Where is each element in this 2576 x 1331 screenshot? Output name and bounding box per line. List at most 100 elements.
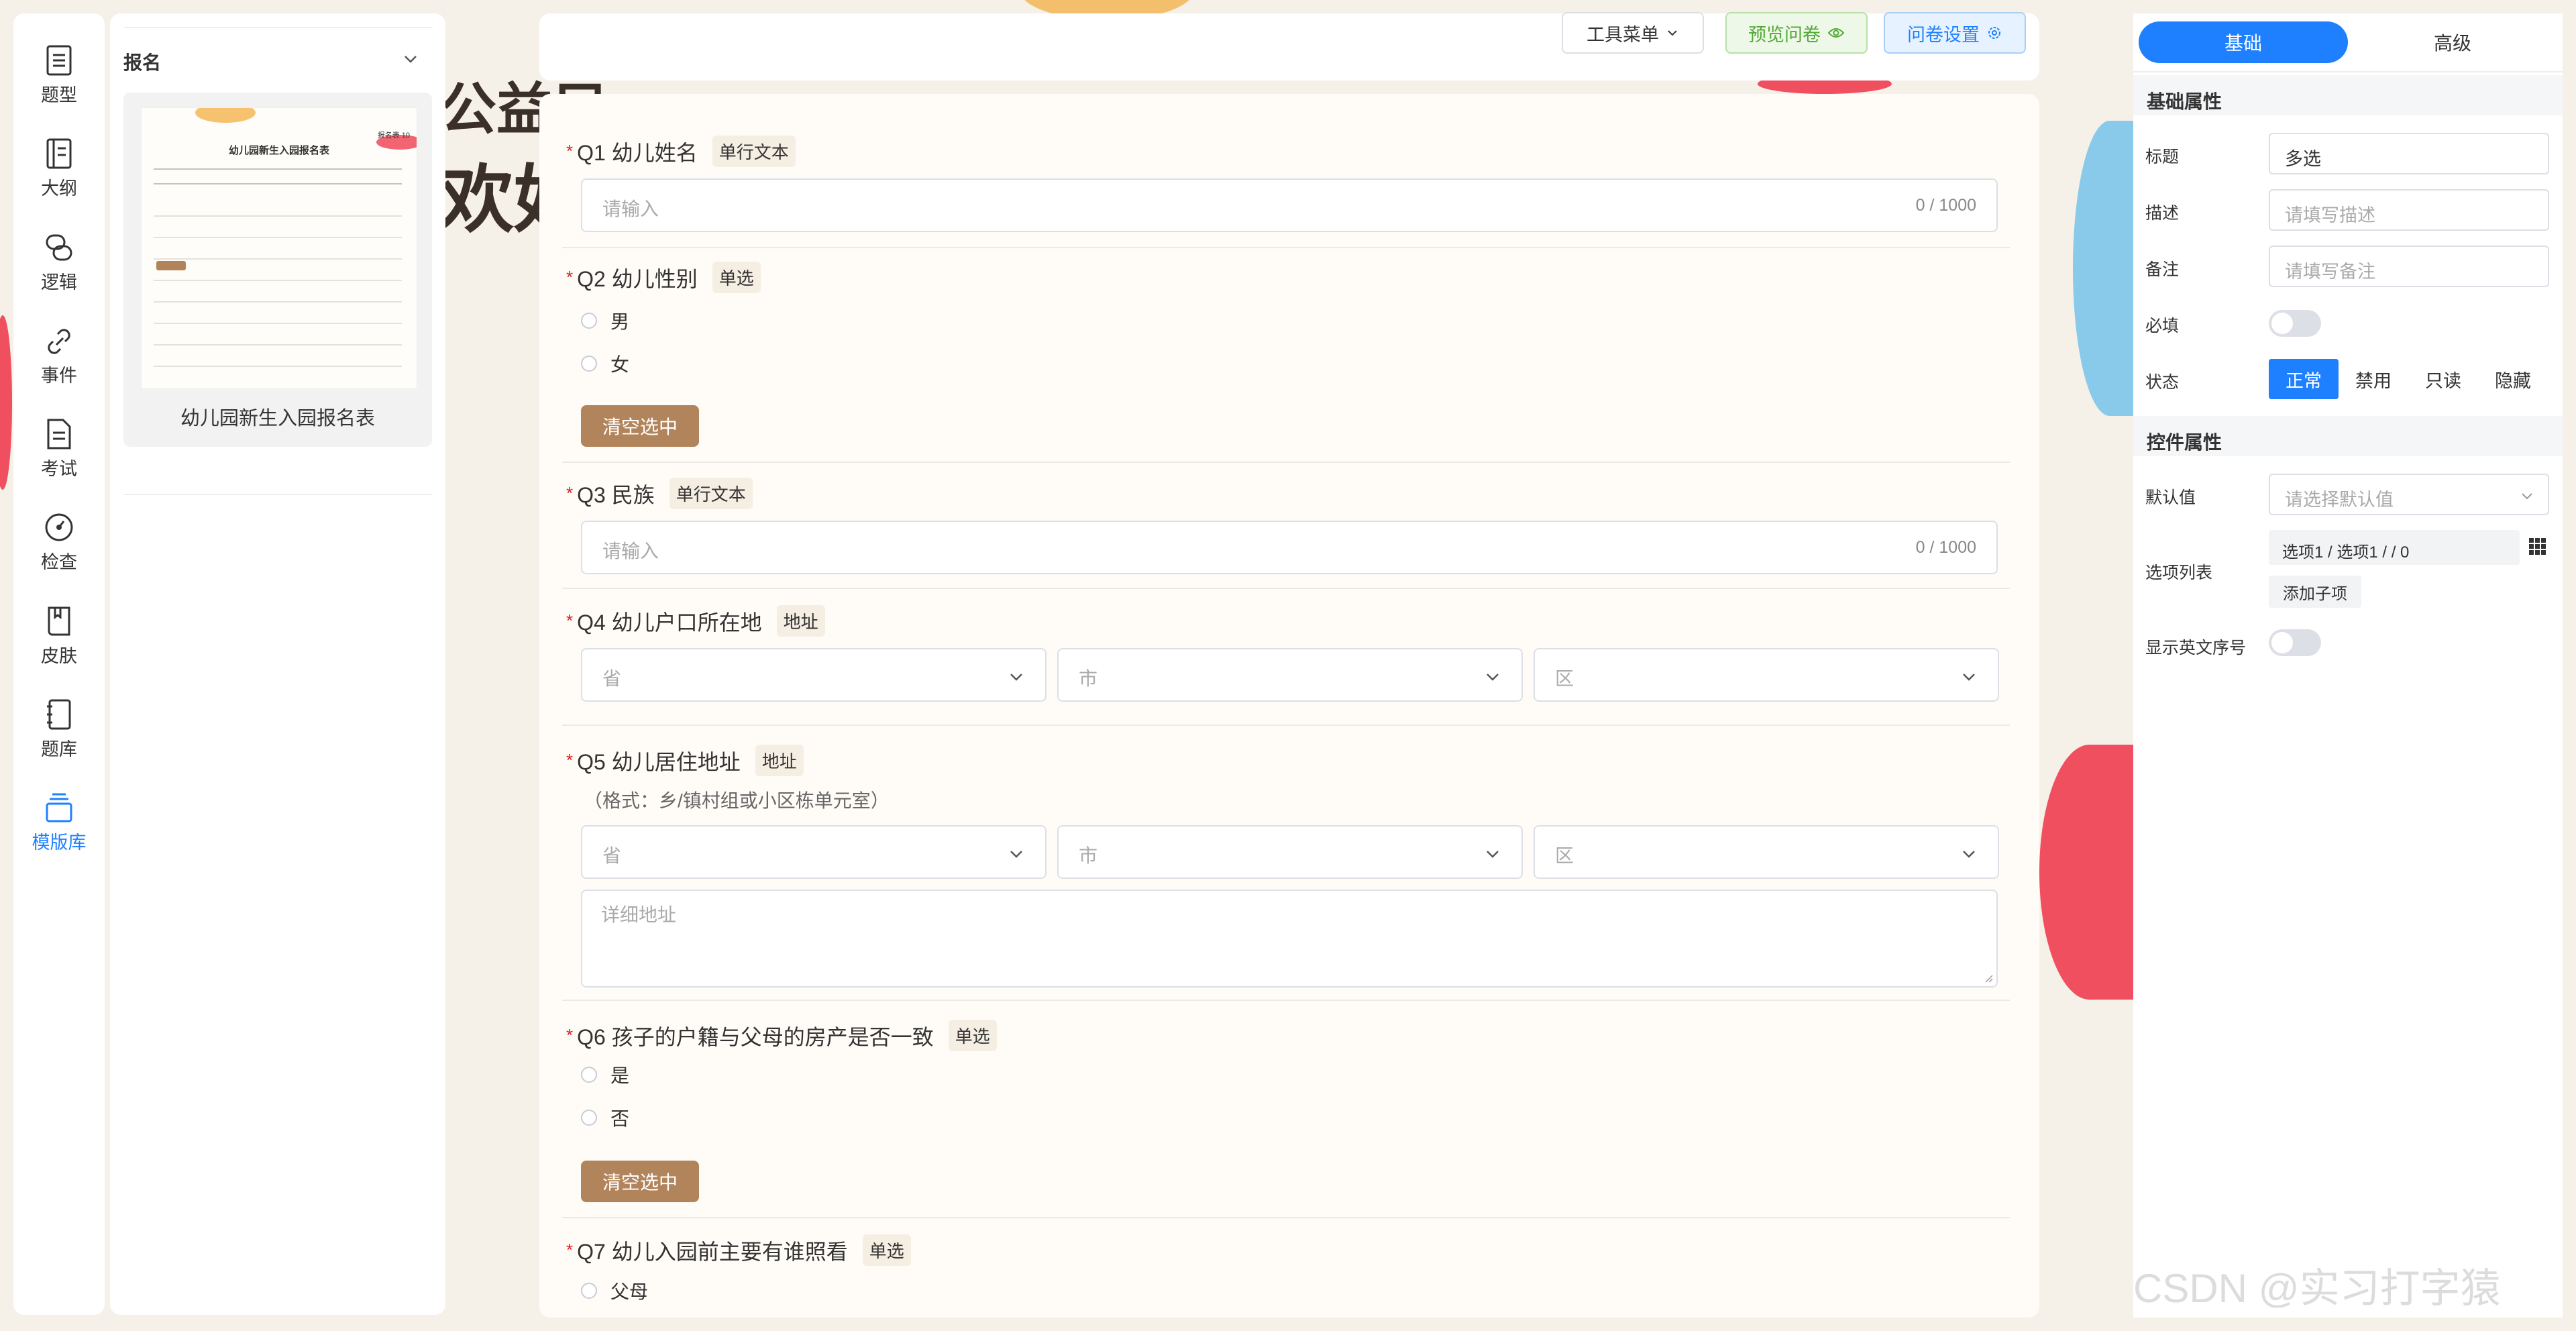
tab-advanced[interactable]: 高级: [2348, 21, 2557, 63]
survey-settings-button[interactable]: 问卷设置: [1884, 12, 2026, 54]
grid-icon[interactable]: [2528, 537, 2548, 557]
question-divider: [562, 725, 2010, 726]
survey-settings-label: 问卷设置: [1907, 24, 1980, 45]
select-placeholder: 区: [1555, 845, 1574, 866]
input-value: 多选: [2285, 149, 2321, 169]
radio-option[interactable]: 否: [581, 1104, 629, 1131]
outline-icon: [46, 138, 72, 169]
required-toggle[interactable]: [2269, 310, 2321, 337]
radio-option[interactable]: 男: [581, 307, 629, 334]
question-title-q2[interactable]: * Q2 幼儿性别 单选: [566, 262, 761, 293]
rail-label: 考试: [41, 459, 77, 479]
city-select[interactable]: 市: [1057, 648, 1523, 702]
required-icon: *: [566, 267, 574, 287]
rail-item-exam[interactable]: 考试: [13, 418, 105, 498]
option-label: 是: [610, 1065, 630, 1086]
q3-text-input[interactable]: 请输入 0 / 1000: [581, 521, 1998, 574]
question-title-q4[interactable]: * Q4 幼儿户口所在地 地址: [566, 605, 825, 637]
rail-item-logic[interactable]: 逻辑: [13, 231, 105, 312]
rail-item-question-bank[interactable]: 题库: [13, 698, 105, 779]
preview-label: 预览问卷: [1748, 24, 1821, 45]
check-icon: [45, 513, 73, 541]
rail-item-event[interactable]: 事件: [13, 325, 105, 405]
question-hint: （格式：乡/镇村组或小区栋单元室）: [584, 790, 890, 811]
rail-label: 题库: [41, 739, 77, 759]
thumb-flower: [195, 108, 256, 123]
clear-selection-button[interactable]: 清空选中: [581, 405, 699, 447]
question-title-q3[interactable]: * Q3 民族 单行文本: [566, 478, 753, 509]
district-select[interactable]: 区: [1534, 825, 1999, 879]
option-label: 男: [610, 311, 630, 332]
thumb-intro-lines: [154, 168, 402, 184]
english-index-toggle[interactable]: [2269, 629, 2321, 656]
tab-basic[interactable]: 基础: [2139, 21, 2348, 63]
detail-address-textarea[interactable]: 详细地址: [581, 890, 1998, 988]
q1-text-input[interactable]: 请输入 0 / 1000: [581, 178, 1998, 232]
option-label: 否: [610, 1108, 630, 1129]
status-option-readonly[interactable]: 只读: [2408, 359, 2478, 399]
clear-selection-button[interactable]: 清空选中: [581, 1161, 699, 1202]
question-label: Q5 幼儿居住地址: [577, 749, 741, 774]
skin-icon: [48, 606, 70, 636]
city-select[interactable]: 市: [1057, 825, 1523, 879]
resize-handle-icon[interactable]: [1983, 973, 1994, 983]
note-input[interactable]: 请填写备注: [2269, 246, 2549, 287]
description-input[interactable]: 请填写描述: [2269, 189, 2549, 231]
question-type-tag: 地址: [755, 745, 804, 776]
question-title-q7[interactable]: * Q7 幼儿入园前主要有谁照看 单选: [566, 1234, 911, 1266]
english-index-label: 显示英文序号: [2145, 639, 2247, 657]
district-select[interactable]: 区: [1534, 648, 1999, 702]
rail-item-template-library[interactable]: 模版库: [13, 792, 105, 872]
options-list-item[interactable]: 选项1 / 选项1 / / 0: [2269, 530, 2520, 565]
rail-item-question-type[interactable]: 题型: [13, 44, 105, 125]
chevron-down-icon: [1963, 674, 1975, 681]
province-select[interactable]: 省: [581, 825, 1046, 879]
status-option-disabled[interactable]: 禁用: [2339, 359, 2408, 399]
tools-menu-button[interactable]: 工具菜单: [1562, 12, 1704, 54]
question-title-q1[interactable]: * Q1 幼儿姓名 单行文本: [566, 136, 796, 167]
chevron-down-icon: [1668, 30, 1677, 36]
title-label: 标题: [2145, 148, 2180, 166]
question-type-tag: 单选: [948, 1020, 997, 1051]
province-select[interactable]: 省: [581, 648, 1046, 702]
required-icon: *: [566, 750, 574, 770]
select-placeholder: 省: [602, 845, 622, 866]
status-option-normal[interactable]: 正常: [2269, 359, 2339, 399]
rail-item-outline[interactable]: 大纲: [13, 138, 105, 218]
question-label: Q1 幼儿姓名: [577, 140, 698, 165]
radio-option[interactable]: 女: [581, 350, 629, 377]
gear-icon: [1988, 27, 2000, 39]
input-placeholder: 请填写备注: [2285, 262, 2375, 282]
add-child-button[interactable]: 添加子项: [2269, 576, 2361, 608]
required-icon: *: [566, 1240, 574, 1260]
status-option-hidden[interactable]: 隐藏: [2478, 359, 2548, 399]
chevron-down-icon: [1487, 851, 1499, 858]
rail-item-check[interactable]: 检查: [13, 511, 105, 592]
radio-circle-icon: [581, 1067, 597, 1083]
required-icon: *: [566, 483, 574, 503]
input-placeholder: 请输入: [602, 199, 659, 219]
char-counter: 0 / 1000: [1915, 196, 1976, 215]
question-title-q6[interactable]: * Q6 孩子的户籍与父母的房产是否一致 单选: [566, 1020, 997, 1051]
question-type-tag: 地址: [776, 605, 825, 637]
title-input[interactable]: 多选: [2269, 133, 2549, 174]
template-name: 幼儿园新生入园报名表: [180, 408, 375, 429]
default-value-select[interactable]: 请选择默认值: [2269, 474, 2549, 515]
options-list-label: 选项列表: [2145, 564, 2213, 582]
select-placeholder: 市: [1079, 845, 1098, 866]
question-divider: [562, 1217, 2010, 1218]
rail-item-skin[interactable]: 皮肤: [13, 605, 105, 686]
rail-label: 皮肤: [41, 646, 77, 666]
radio-circle-icon: [581, 1110, 597, 1126]
radio-option[interactable]: 是: [581, 1061, 629, 1088]
preview-button[interactable]: 预览问卷: [1725, 12, 1868, 54]
radio-option[interactable]: 父母: [581, 1277, 648, 1304]
question-type-tag: 单行文本: [712, 136, 796, 167]
question-bank-icon: [47, 699, 71, 730]
radio-circle-icon: [581, 313, 597, 329]
description-label: 描述: [2145, 204, 2180, 223]
question-title-q5[interactable]: * Q5 幼儿居住地址 地址: [566, 745, 804, 776]
rail-label: 检查: [41, 552, 77, 572]
select-placeholder: 市: [1079, 668, 1098, 689]
chevron-down-icon[interactable]: [402, 51, 419, 70]
